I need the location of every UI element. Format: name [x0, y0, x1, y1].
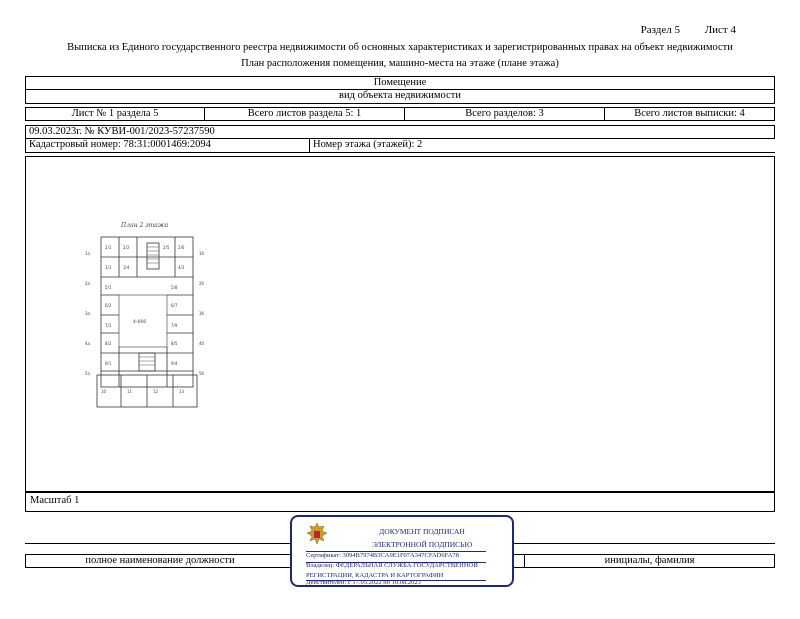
doc-ref: 09.03.2023г. № КУВИ-001/2023-57237590	[25, 125, 775, 139]
stamp-line1: ДОКУМЕНТ ПОДПИСАН	[379, 527, 465, 536]
svg-text:5б: 5б	[199, 371, 205, 376]
svg-text:12: 12	[153, 389, 159, 394]
svg-text:3/1: 3/1	[105, 265, 112, 270]
svg-text:2/6: 2/6	[178, 245, 185, 250]
svg-text:2/2: 2/2	[123, 245, 130, 250]
object-type: Помещение	[25, 76, 775, 90]
plan-caption: План 2 этажа	[120, 222, 169, 229]
scale-label: Масштаб 1	[25, 492, 775, 512]
emblem-icon	[306, 522, 328, 545]
stamp-owner-1: Владелец: ФЕДЕРАЛЬНАЯ СЛУЖБА ГОСУДАРСТВЕ…	[306, 562, 478, 569]
total-section-sheets: Всего листов раздела 5: 1	[205, 107, 405, 121]
plan-area-label: 4-666	[133, 319, 146, 325]
svg-text:4б: 4б	[199, 341, 205, 346]
svg-text:2/1: 2/1	[105, 245, 112, 250]
stamp-valid: Действителен: с 17.05.2022 по 10.08.2023	[306, 579, 421, 586]
svg-text:5/8: 5/8	[171, 285, 178, 290]
sheets-row: Лист № 1 раздела 5 Всего листов раздела …	[25, 107, 775, 121]
total-sections: Всего разделов: 3	[405, 107, 605, 121]
svg-text:7/1: 7/1	[105, 323, 112, 328]
svg-text:8/2: 8/2	[105, 341, 112, 346]
object-type-row: Помещение	[25, 76, 775, 90]
cadastral-row: Кадастровый номер: 78:31:0001469:2094 Но…	[25, 139, 775, 153]
stamp-owner-2: РЕГИСТРАЦИИ, КАДАСТРА И КАРТОГРАФИИ	[306, 572, 444, 579]
svg-text:2a: 2a	[85, 281, 91, 286]
doc-ref-row: 09.03.2023г. № КУВИ-001/2023-57237590	[25, 125, 775, 139]
svg-text:7/9: 7/9	[171, 323, 178, 328]
object-type-caption: вид объекта недвижимости	[25, 90, 775, 104]
svg-text:3б: 3б	[199, 311, 205, 316]
floor-plan-drawing: 2/1 2/2 2/5 2/63/1 3/4 4/35/1 5/8 6/2 6/77/1 …	[85, 222, 205, 408]
svg-text:10: 10	[101, 389, 107, 394]
stamp-cert: Сертификат: 3094B7974B3CA9E1F07A347CFAD6…	[306, 552, 459, 559]
position-caption: полное наименование должности	[25, 555, 295, 568]
svg-text:9/1: 9/1	[105, 361, 112, 366]
svg-text:8/5: 8/5	[171, 341, 178, 346]
section-label: Раздел 5	[640, 24, 680, 36]
document-title: Выписка из Единого государственного реес…	[67, 42, 733, 53]
svg-text:4/3: 4/3	[178, 265, 185, 270]
sheet-section: Лист № 1 раздела 5	[25, 107, 205, 121]
svg-text:3a: 3a	[85, 311, 91, 316]
e-signature-stamp: ДОКУМЕНТ ПОДПИСАН ЭЛЕКТРОННОЙ ПОДПИСЬЮ С…	[290, 515, 514, 587]
svg-text:2б: 2б	[199, 281, 205, 286]
svg-text:13: 13	[179, 389, 185, 394]
cadastral-number: Кадастровый номер: 78:31:0001469:2094	[25, 139, 310, 153]
svg-text:5/1: 5/1	[105, 285, 112, 290]
svg-text:11: 11	[127, 389, 133, 394]
svg-text:1a: 1a	[85, 251, 91, 256]
object-type-caption-row: вид объекта недвижимости	[25, 90, 775, 104]
svg-text:6/2: 6/2	[105, 303, 112, 308]
floor-number: Номер этажа (этажей): 2	[310, 139, 775, 153]
floor-plan-frame: 2/1 2/2 2/5 2/6 3/1 3/4 4/3 5/1 5/8 6/2 6/7 7/1 …	[25, 156, 775, 492]
svg-text:6/7: 6/7	[171, 303, 178, 308]
sheet-label: Лист 4	[704, 24, 736, 36]
svg-text:3/4: 3/4	[123, 265, 130, 270]
page-header-meta: Раздел 5 Лист 4	[619, 24, 736, 36]
svg-text:5a: 5a	[85, 371, 91, 376]
stamp-line2: ЭЛЕКТРОННОЙ ПОДПИСЬЮ	[371, 540, 473, 549]
document-subtitle: План расположения помещения, машино-мест…	[241, 58, 559, 69]
svg-text:9/4: 9/4	[171, 361, 178, 366]
svg-text:2/5: 2/5	[163, 245, 170, 250]
total-extract-sheets: Всего листов выписки: 4	[605, 107, 775, 121]
svg-text:1б: 1б	[199, 251, 205, 256]
svg-text:4a: 4a	[85, 341, 91, 346]
initials-caption: инициалы, фамилия	[525, 555, 775, 568]
